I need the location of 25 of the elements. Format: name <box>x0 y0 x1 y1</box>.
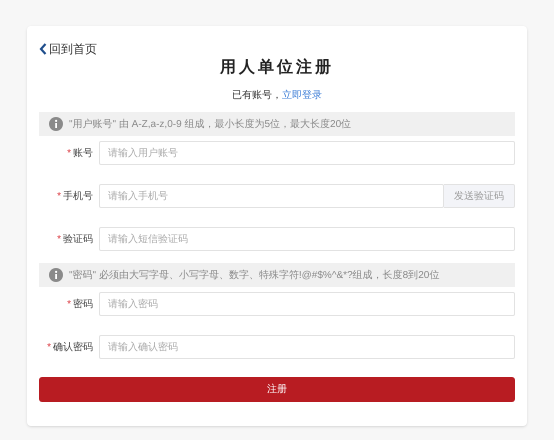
login-prompt: 已有账号， <box>232 88 282 103</box>
field-label: 手机号 <box>63 190 93 204</box>
chevron-left-icon <box>39 43 47 55</box>
input-field[interactable]: 请输入确认密码 <box>99 335 515 359</box>
field-label: 确认密码 <box>53 340 93 354</box>
page-title: 用人单位注册 <box>218 57 335 78</box>
input-field[interactable]: 请输入密码 <box>99 292 515 316</box>
input-field[interactable]: 请输入手机号 <box>99 184 444 208</box>
required-mark: * <box>57 232 61 246</box>
required-mark: * <box>47 340 51 354</box>
register-button[interactable]: 注册 <box>39 377 515 402</box>
field-label: 账号 <box>73 146 93 160</box>
required-mark: * <box>67 298 71 312</box>
notice-text: "用户账号" 由 A-Z,a-z,0-9 组成，最小长度为5位，最大长度20位 <box>69 118 352 132</box>
required-mark: * <box>57 190 61 204</box>
notice-text: "密码" 必须由大写字母、小写字母、数字、特殊字符!@#$%^&*?组成，长度8到20位 <box>69 268 440 282</box>
info-icon <box>49 268 63 282</box>
input-field[interactable]: 请输入用户账号 <box>99 141 515 165</box>
info-icon <box>49 117 63 131</box>
login-link[interactable]: 立即登录 <box>282 88 322 103</box>
input-field[interactable]: 请输入短信验证码 <box>99 227 515 251</box>
back-link[interactable]: 回到首页 <box>39 40 97 58</box>
required-mark: * <box>67 146 71 160</box>
field-label: 密码 <box>73 298 93 312</box>
field-label: 验证码 <box>63 232 93 246</box>
